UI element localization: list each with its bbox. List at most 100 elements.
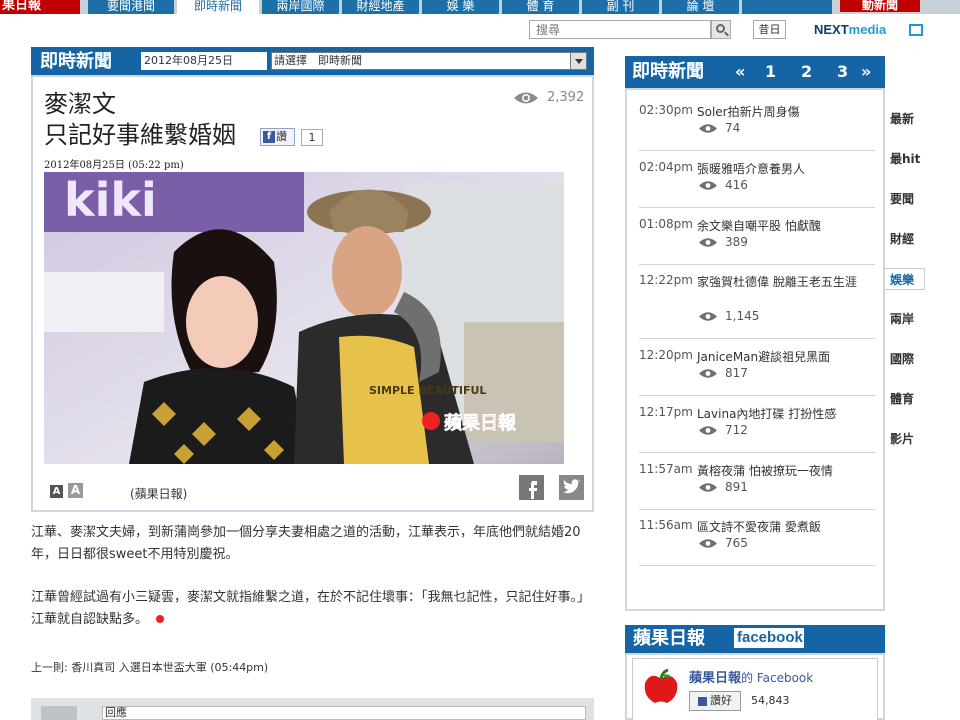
news-time: 12:22pm bbox=[639, 273, 693, 287]
list-item[interactable]: 02:04pm 張暖雅唔介意養男人 416 bbox=[639, 160, 875, 208]
facebook-icon: f bbox=[263, 131, 275, 143]
category-tab-entertainment[interactable]: 娛樂 bbox=[885, 268, 925, 290]
facebook-panel: 蘋果日報的 Facebook 讚好 54,843 bbox=[625, 653, 885, 720]
news-title[interactable]: 家強賀杜德偉 脫離王老五生涯 bbox=[697, 273, 857, 291]
news-views: 891 bbox=[725, 480, 748, 494]
news-title[interactable]: 張暖雅唔介意養男人 bbox=[697, 160, 857, 178]
article-headline: 麥潔文 只記好事維繫婚姻 bbox=[44, 89, 236, 151]
list-item[interactable]: 12:22pm 家強賀杜德偉 脫離王老五生涯 1,145 bbox=[639, 273, 875, 339]
news-time: 12:20pm bbox=[639, 348, 693, 362]
article-paragraph-1: 江華、麥潔文夫婦，到新蒲崗參加一個分享夫妻相處之道的活動，江華表示，年底他們就結… bbox=[31, 525, 581, 562]
category-tab-international[interactable]: 國際 bbox=[885, 348, 925, 370]
news-title[interactable]: Lavina內地打碟 打扮性感 bbox=[697, 405, 857, 423]
magnifier-handle bbox=[724, 31, 729, 37]
twitter-share-icon[interactable] bbox=[559, 475, 584, 500]
facebook-panel-title: 蘋果日報 bbox=[633, 628, 705, 649]
old-issues-button[interactable]: 昔日 bbox=[753, 20, 786, 39]
list-item[interactable]: 11:57am 黃榕夜蒲 怕被撩玩一夜情 891 bbox=[639, 462, 875, 510]
nav-tab-forum[interactable]: 論 壇 bbox=[662, 0, 739, 14]
news-title[interactable]: 余文樂自嘲平股 怕獻醜 bbox=[697, 217, 857, 235]
avatar bbox=[41, 706, 77, 720]
headline-line-2: 只記好事維繫婚姻 bbox=[44, 121, 236, 149]
sidebar-news-header: 即時新聞 « 1 2 3 » bbox=[625, 56, 885, 88]
apple-daily-logo[interactable]: 果日報 bbox=[0, 0, 80, 14]
category-tab-latest[interactable]: 最新 bbox=[885, 108, 925, 130]
list-item[interactable]: 01:08pm 余文樂自嘲平股 怕獻醜 389 bbox=[639, 217, 875, 265]
nav-tab-hk-news[interactable]: 要聞港聞 bbox=[88, 0, 174, 14]
facebook-page-like-label: 讚好 bbox=[710, 694, 732, 707]
nav-tab-entertainment[interactable]: 娛 樂 bbox=[422, 0, 499, 14]
news-title[interactable]: 黃榕夜蒲 怕被撩玩一夜情 bbox=[697, 462, 857, 480]
news-views: 74 bbox=[725, 121, 741, 135]
eye-icon bbox=[699, 181, 717, 190]
facebook-page-name[interactable]: 蘋果日報的 Facebook bbox=[689, 667, 813, 686]
page: 果日報 要聞港聞 即時新聞 兩岸國際 財經地產 娛 樂 體 育 副 刊 論 壇 … bbox=[0, 0, 960, 720]
apple-logo-icon[interactable] bbox=[641, 667, 681, 707]
nav-tab-china-world[interactable]: 兩岸國際 bbox=[262, 0, 339, 14]
external-link-icon[interactable] bbox=[909, 24, 923, 36]
list-item[interactable]: 12:20pm JaniceMan避談祖兒黑面 817 bbox=[639, 348, 875, 396]
news-time: 01:08pm bbox=[639, 217, 693, 231]
nav-tab-finance[interactable]: 財經地產 bbox=[342, 0, 419, 14]
nav-tab-instant-news[interactable]: 即時新聞 bbox=[177, 0, 259, 14]
section-header: 即時新聞 2012年08月25日 請選擇 即時新聞 bbox=[31, 47, 594, 75]
search-button[interactable] bbox=[711, 20, 731, 39]
news-page-3[interactable]: 3 bbox=[837, 61, 848, 83]
article-paragraph-2-text: 江華曾經試過有小三疑雲，麥潔文就指維繫之道，在於不記住壞事：「我無乜記性，只記住… bbox=[31, 590, 591, 627]
facebook-like-button[interactable]: f讚 bbox=[260, 128, 295, 146]
chevron-double-left-icon[interactable]: « bbox=[735, 61, 745, 83]
category-tab-video[interactable]: 影片 bbox=[885, 428, 925, 450]
facebook-widget: 蘋果日報的 Facebook 讚好 54,843 bbox=[632, 658, 878, 720]
action-news-logo[interactable]: 動新聞 bbox=[840, 0, 920, 12]
news-time: 11:56am bbox=[639, 518, 693, 532]
sidebar-news-title: 即時新聞 bbox=[632, 61, 704, 82]
comment-input[interactable]: 回應 bbox=[102, 706, 586, 720]
news-views: 1,145 bbox=[725, 309, 760, 323]
sidebar-news-list: 02:30pm Soler拍新片周身傷 74 02:04pm 張暖雅唔介意養男人… bbox=[625, 88, 885, 611]
previous-article-link[interactable]: 上一則: 香川真司 入選日本世盃大軍 (05:44pm) bbox=[31, 659, 268, 675]
facebook-panel-header: 蘋果日報 facebook bbox=[625, 625, 885, 653]
category-tab-hot[interactable]: 最hit bbox=[885, 148, 925, 170]
news-title[interactable]: 區文詩不愛夜蒲 愛煮飯 bbox=[697, 518, 857, 536]
category-tab-sports[interactable]: 體育 bbox=[885, 388, 925, 410]
eye-icon bbox=[699, 238, 717, 247]
news-time: 02:30pm bbox=[639, 103, 693, 117]
apple-icon bbox=[156, 615, 165, 623]
news-page-2[interactable]: 2 bbox=[801, 61, 812, 83]
facebook-like-label: 讚 bbox=[276, 130, 287, 143]
nav-tab-supplement[interactable]: 副 刊 bbox=[582, 0, 659, 14]
facebook-share-icon[interactable] bbox=[519, 475, 544, 500]
list-item[interactable]: 11:56am 區文詩不愛夜蒲 愛煮飯 765 bbox=[639, 518, 875, 566]
section-select[interactable]: 請選擇 即時新聞 bbox=[271, 52, 587, 70]
news-time: 12:17pm bbox=[639, 405, 693, 419]
category-tab-headlines[interactable]: 要聞 bbox=[885, 188, 925, 210]
top-navigation-bar: 果日報 要聞港聞 即時新聞 兩岸國際 財經地產 娛 樂 體 育 副 刊 論 壇 … bbox=[0, 0, 960, 14]
nextmedia-logo[interactable]: NEXTmedia bbox=[814, 22, 886, 37]
search-input[interactable] bbox=[529, 20, 711, 39]
news-page-1[interactable]: 1 bbox=[765, 61, 776, 83]
photo-sign-text: kiki bbox=[64, 173, 157, 227]
news-views: 389 bbox=[725, 235, 748, 249]
article-photo-illustration: kiki SIMPLE BEAUTIFUL 蘋果日報 bbox=[44, 172, 564, 464]
section-date: 2012年08月25日 bbox=[141, 52, 267, 70]
article-photo[interactable]: kiki SIMPLE BEAUTIFUL 蘋果日報 bbox=[44, 172, 564, 464]
chevron-double-right-icon[interactable]: » bbox=[861, 61, 871, 83]
news-title[interactable]: JaniceMan避談祖兒黑面 bbox=[697, 348, 857, 366]
category-tab-china[interactable]: 兩岸 bbox=[885, 308, 925, 330]
facebook-page-like-button[interactable]: 讚好 bbox=[689, 691, 741, 711]
news-time: 02:04pm bbox=[639, 160, 693, 174]
eye-icon bbox=[699, 539, 717, 548]
category-tab-finance[interactable]: 財經 bbox=[885, 228, 925, 250]
list-item[interactable]: 02:30pm Soler拍新片周身傷 74 bbox=[639, 103, 875, 151]
news-title[interactable]: Soler拍新片周身傷 bbox=[697, 103, 857, 121]
font-size-large-button[interactable]: A bbox=[68, 483, 83, 498]
section-select-value: 請選擇 即時新聞 bbox=[274, 54, 362, 67]
nav-tab-more[interactable] bbox=[742, 0, 832, 14]
nav-tab-sports[interactable]: 體 育 bbox=[502, 0, 579, 14]
chevron-down-icon[interactable] bbox=[570, 53, 586, 69]
photo-watermark-text: 蘋果日報 bbox=[444, 412, 517, 434]
font-size-small-button[interactable]: A bbox=[50, 485, 63, 498]
list-item[interactable]: 12:17pm Lavina內地打碟 打扮性感 712 bbox=[639, 405, 875, 453]
eye-icon bbox=[699, 312, 717, 321]
share-count: 1 bbox=[301, 129, 323, 146]
